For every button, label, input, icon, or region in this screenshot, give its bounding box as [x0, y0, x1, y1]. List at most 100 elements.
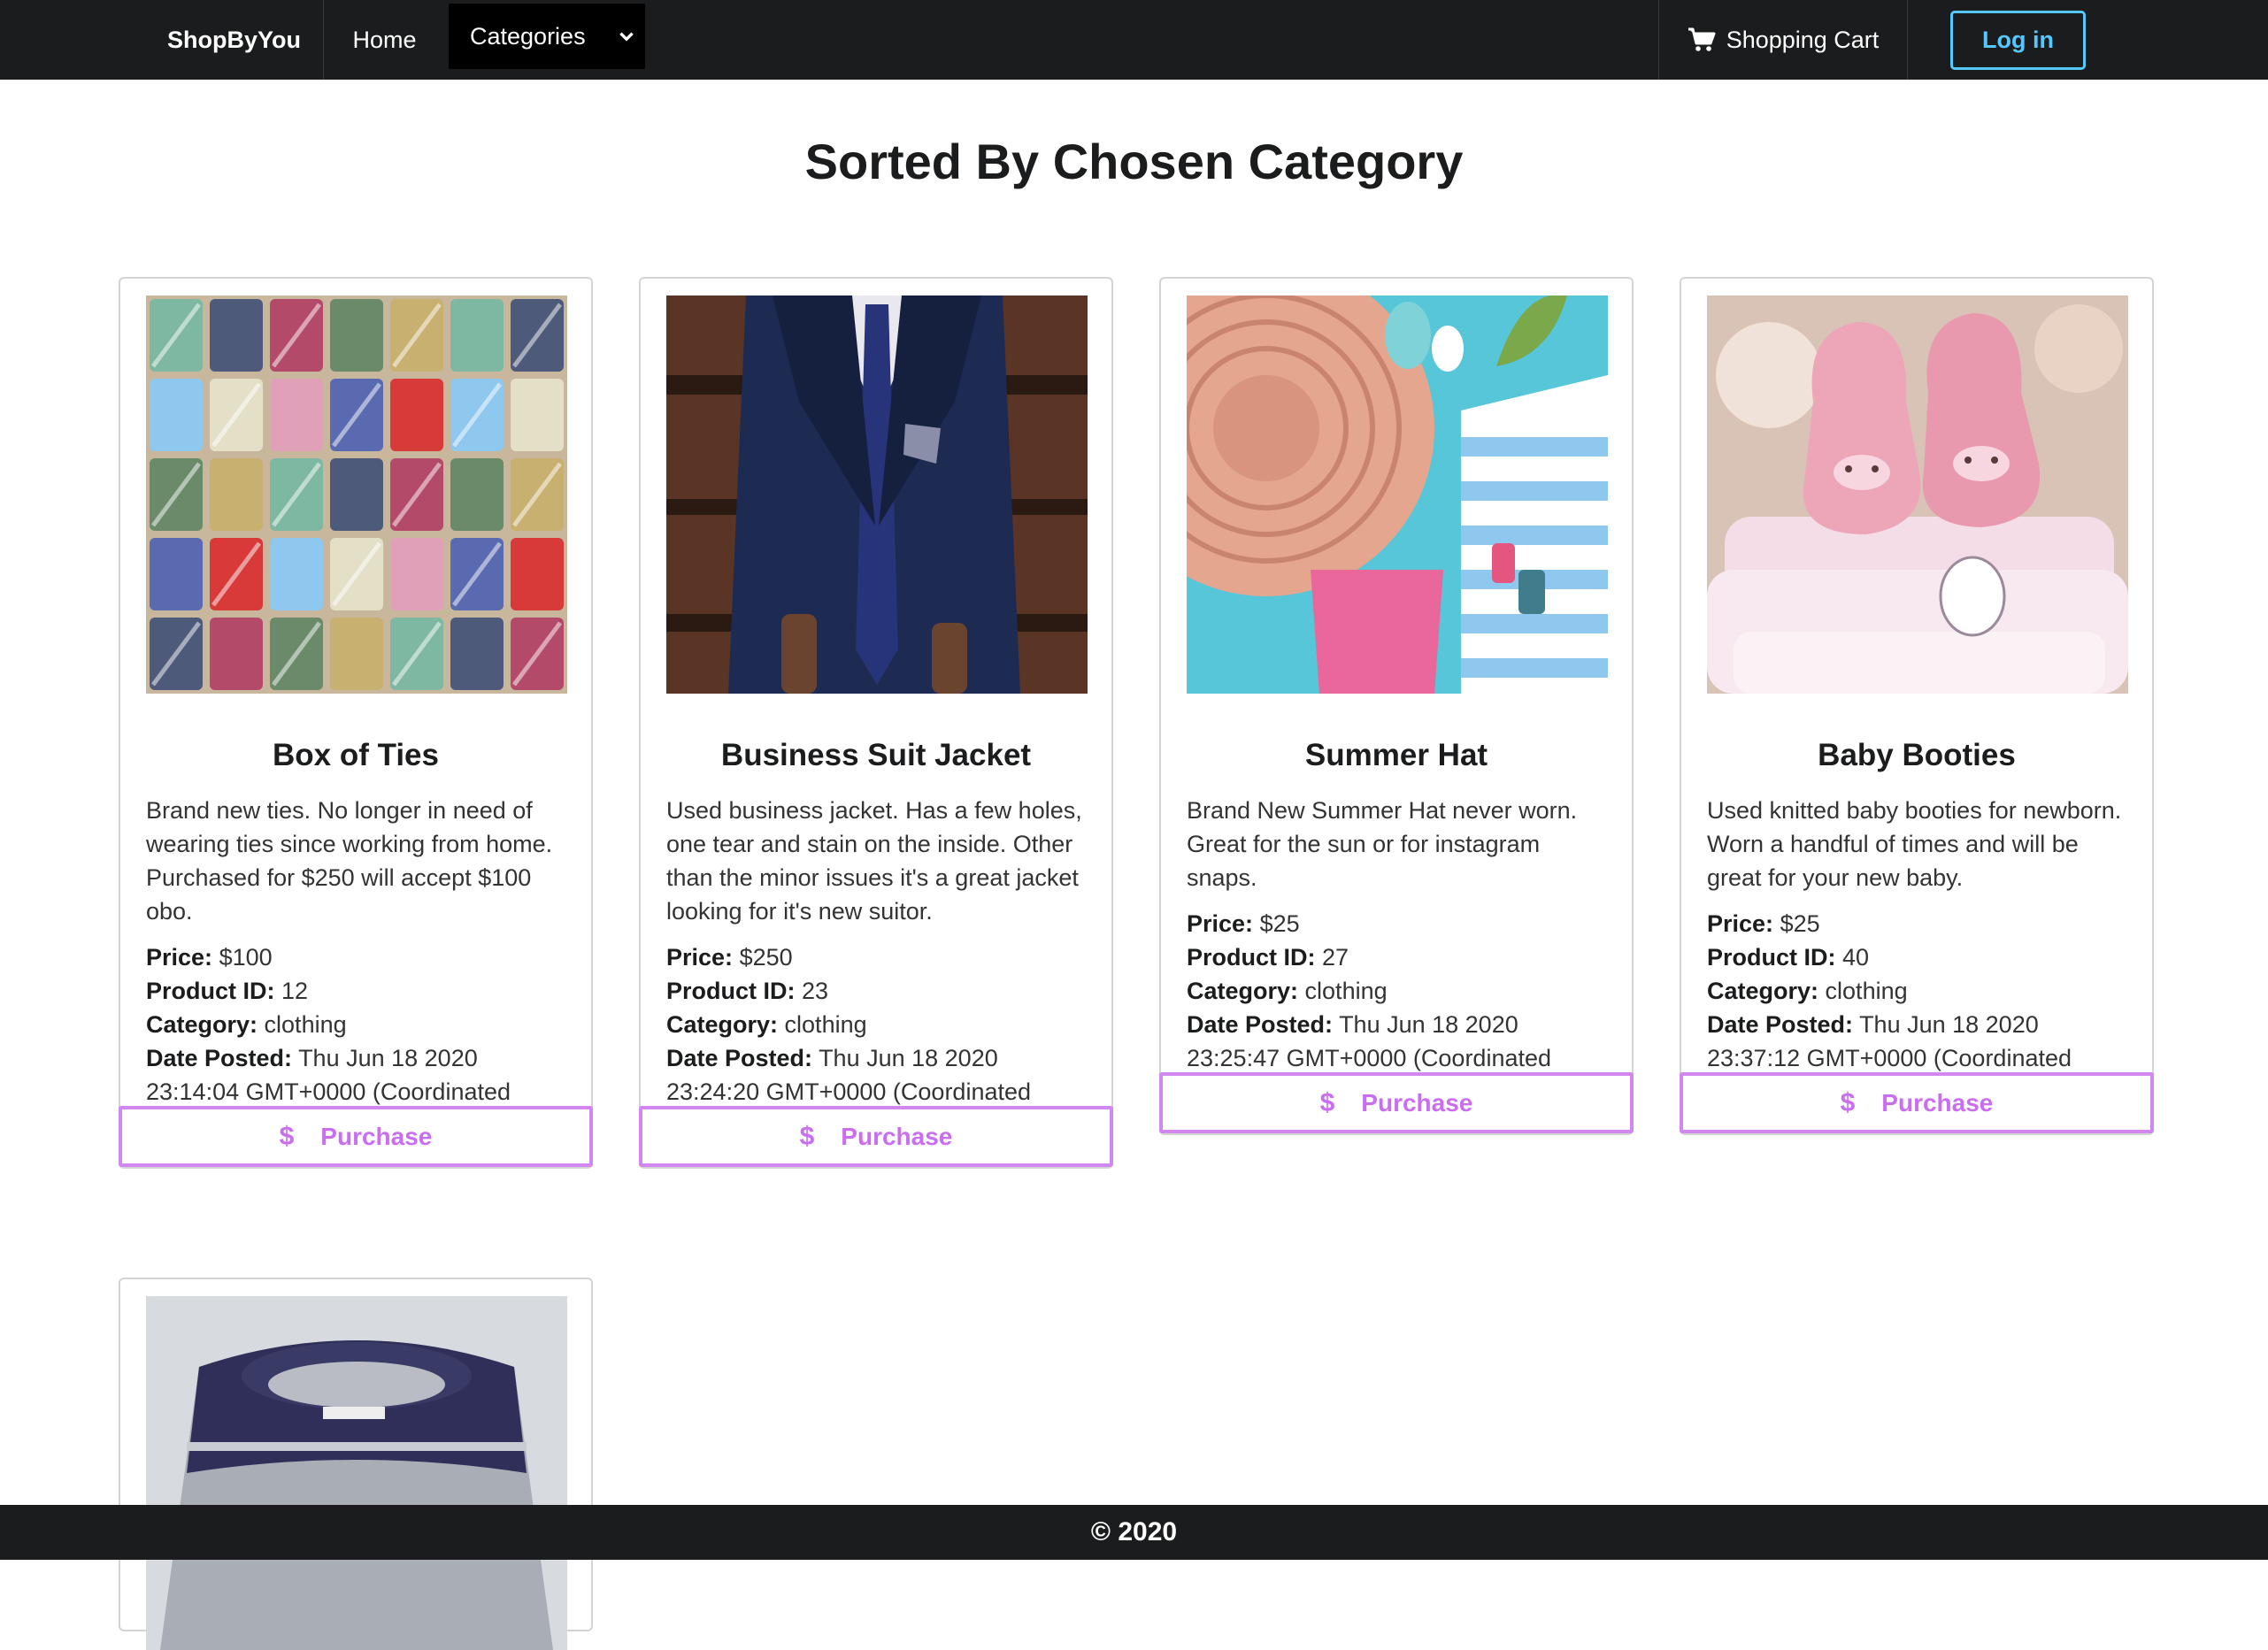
purchase-label: Purchase — [841, 1122, 953, 1150]
product-card: Box of Ties Brand new ties. No longer in… — [119, 277, 593, 1169]
footer: © 2020 — [0, 1505, 2268, 1560]
product-id-label: Product ID: — [666, 978, 796, 1004]
tie-roll — [390, 379, 443, 451]
product-card — [119, 1278, 593, 1650]
categories-label: Categories — [470, 22, 586, 50]
tie-roll — [210, 299, 263, 372]
copyright-text: © 2020 — [1090, 1517, 1178, 1546]
product-description: Used knitted baby booties for newborn. W… — [1707, 797, 2122, 891]
product-id-label: Product ID: — [1707, 944, 1836, 971]
price-label: Price: — [146, 944, 213, 971]
page-title: Sorted By Chosen Category — [804, 134, 1464, 189]
purchase-label: Purchase — [1361, 1088, 1473, 1117]
category-label: Category: — [1187, 978, 1299, 1004]
product-details: Used business jacket. Has a few holes, o… — [666, 794, 1096, 1142]
product-id-label: Product ID: — [1187, 944, 1316, 971]
price-label: Price: — [1187, 910, 1254, 937]
tie-roll — [210, 458, 263, 531]
price-value: $250 — [739, 944, 793, 971]
price-value: $100 — [219, 944, 273, 971]
product-image[interactable] — [1187, 295, 1608, 694]
date-posted-label: Date Posted: — [1707, 1011, 1854, 1038]
product-image[interactable] — [666, 295, 1088, 694]
product-id-row: Product ID: 12 — [146, 974, 575, 1008]
home-link[interactable]: Home — [324, 0, 445, 80]
login-button[interactable]: Log in — [1950, 10, 2086, 70]
price-row: Price: $25 — [1187, 907, 1616, 940]
product-image[interactable] — [1707, 295, 2128, 694]
product-id-value: 23 — [802, 978, 829, 1004]
category-label: Category: — [666, 1011, 779, 1038]
product-name: Box of Ties — [272, 738, 439, 772]
tie-roll — [330, 299, 383, 372]
purchase-button[interactable]: $ Purchase — [639, 1106, 1113, 1167]
tie-roll — [210, 618, 263, 690]
product-image[interactable] — [146, 295, 567, 694]
category-row: Category: clothing — [146, 1008, 575, 1041]
category-row: Category: clothing — [1187, 974, 1616, 1008]
product-name: Summer Hat — [1304, 738, 1488, 772]
purchase-label: Purchase — [1881, 1088, 1994, 1117]
categories-dropdown[interactable]: Categories — [449, 4, 645, 69]
purchase-button[interactable]: $ Purchase — [1159, 1072, 1634, 1133]
tie-roll — [150, 379, 203, 451]
product-card: Summer Hat Brand New Summer Hat never wo… — [1159, 277, 1634, 1135]
tie-roll — [390, 538, 443, 610]
date-posted-label: Date Posted: — [146, 1045, 293, 1071]
tie-roll — [270, 379, 323, 451]
price-label: Price: — [1707, 910, 1774, 937]
tie-roll — [150, 538, 203, 610]
product-id-value: 40 — [1842, 944, 1870, 971]
shopping-cart-link[interactable]: Shopping Cart — [1658, 0, 1908, 80]
top-navbar: ShopByYou Home Categories Shopping Cart … — [0, 0, 2268, 80]
price-label: Price: — [666, 944, 734, 971]
product-id-value: 27 — [1322, 944, 1349, 971]
tie-roll — [270, 538, 323, 610]
category-value: clothing — [1825, 978, 1908, 1004]
product-name: Business Suit Jacket — [720, 738, 1032, 772]
category-label: Category: — [1707, 978, 1819, 1004]
dollar-icon: $ — [1840, 1087, 1856, 1117]
product-details: Brand New Summer Hat never worn. Great f… — [1187, 794, 1616, 1109]
price-row: Price: $100 — [146, 940, 575, 974]
suit-jacket-photo — [666, 295, 1088, 694]
purchase-button[interactable]: $ Purchase — [1680, 1072, 2154, 1133]
category-value: clothing — [264, 1011, 347, 1038]
price-row: Price: $25 — [1707, 907, 2136, 940]
login-wrapper: Log in — [1935, 0, 2101, 80]
brand-link[interactable]: ShopByYou — [145, 0, 324, 80]
summer-hat-photo — [1187, 295, 1608, 694]
price-value: $25 — [1259, 910, 1300, 937]
tie-roll — [330, 458, 383, 531]
date-posted-label: Date Posted: — [1187, 1011, 1334, 1038]
product-description: Used business jacket. Has a few holes, o… — [666, 797, 1082, 925]
category-value: clothing — [1304, 978, 1388, 1004]
tie-roll — [511, 538, 564, 610]
date-posted-label: Date Posted: — [666, 1045, 813, 1071]
cart-icon — [1688, 27, 1716, 51]
product-name: Baby Booties — [1818, 738, 2016, 772]
category-row: Category: clothing — [1707, 974, 2136, 1008]
dollar-icon: $ — [279, 1121, 295, 1151]
category-label: Category: — [146, 1011, 258, 1038]
dollar-icon: $ — [799, 1121, 815, 1151]
chevron-down-icon — [619, 32, 634, 42]
purchase-button[interactable]: $ Purchase — [119, 1106, 593, 1167]
product-id-row: Product ID: 23 — [666, 974, 1096, 1008]
tie-roll — [450, 618, 504, 690]
dollar-icon: $ — [1319, 1087, 1335, 1117]
product-id-row: Product ID: 27 — [1187, 940, 1616, 974]
product-details: Used knitted baby booties for newborn. W… — [1707, 794, 2136, 1109]
product-description: Brand new ties. No longer in need of wea… — [146, 797, 553, 925]
purchase-label: Purchase — [320, 1122, 433, 1150]
product-id-row: Product ID: 40 — [1707, 940, 2136, 974]
product-card: Business Suit Jacket Used business jacke… — [639, 277, 1113, 1169]
product-id-value: 12 — [281, 978, 309, 1004]
price-value: $25 — [1780, 910, 1820, 937]
product-image[interactable] — [146, 1296, 567, 1650]
cart-label: Shopping Cart — [1726, 26, 1880, 53]
ties-photo — [146, 295, 567, 694]
tie-roll — [450, 299, 504, 372]
tie-roll — [450, 458, 504, 531]
